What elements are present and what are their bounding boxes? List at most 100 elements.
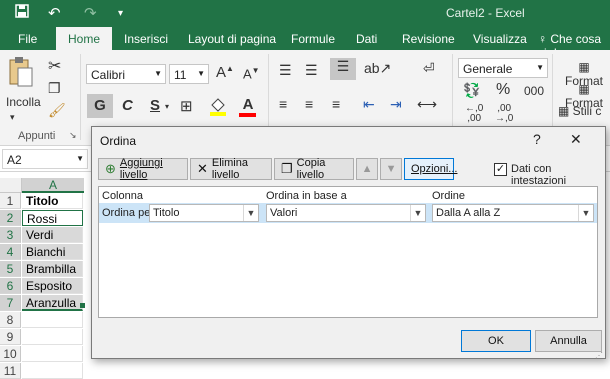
format-painter-icon[interactable]: 🖌 <box>48 102 66 119</box>
customize-quick-access-icon[interactable]: ▾ <box>118 8 123 19</box>
row-header[interactable]: 8 <box>0 312 21 328</box>
fill-color-icon[interactable] <box>208 96 228 118</box>
paste-button[interactable]: Incolla <box>6 95 41 109</box>
row-header[interactable]: 2 <box>0 210 21 226</box>
tab-data[interactable]: Dati <box>356 32 377 46</box>
add-level-button[interactable]: ⊕ Aggiungi livello <box>98 157 188 181</box>
wrap-text-icon[interactable]: ⏎ <box>423 60 435 77</box>
font-name-box[interactable]: Calibri ▼ <box>86 64 166 84</box>
copy-level-button[interactable]: ❐ Copia livello <box>274 157 354 181</box>
font-color-icon[interactable]: A <box>238 96 258 118</box>
align-left-icon[interactable]: ≡ <box>279 96 287 112</box>
tab-insert[interactable]: Inserisci <box>124 32 168 46</box>
tab-review[interactable]: Revisione <box>402 32 455 46</box>
arrow-up-icon: ▲ <box>361 163 373 175</box>
copy-level-icon: ❐ <box>281 161 293 176</box>
italic-button[interactable]: C <box>122 97 133 114</box>
borders-icon[interactable]: ⊞ <box>180 97 193 115</box>
lightbulb-icon: ♀ <box>538 32 551 46</box>
orientation-icon[interactable]: ab↗ <box>364 60 391 77</box>
tab-home[interactable]: Home <box>56 27 113 50</box>
align-top-icon[interactable]: ☰ <box>279 62 292 79</box>
row-header[interactable]: 1 <box>0 193 21 209</box>
number-format-box[interactable]: Generale ▼ <box>458 58 548 78</box>
name-box[interactable]: A2 ▼ <box>2 149 88 169</box>
row-header[interactable]: 7 <box>0 295 21 311</box>
chevron-down-icon: ▼ <box>197 69 205 78</box>
column-header-a[interactable]: A <box>22 178 84 193</box>
thousands-button[interactable]: 000 <box>524 84 544 98</box>
align-bottom-icon[interactable]: ☰ <box>330 58 356 80</box>
decrease-indent-icon[interactable]: ⇤ <box>363 96 375 113</box>
tab-formulas[interactable]: Formule <box>291 32 335 46</box>
ok-button[interactable]: OK <box>461 330 531 352</box>
sheet-grid: 1 Titolo 2 Rossi 3 Verdi 4 Bianchi 5 Bra… <box>0 193 95 379</box>
sort-on-select[interactable]: Valori ▼ <box>266 204 426 222</box>
table-cell[interactable]: Titolo <box>22 193 83 209</box>
select-all-corner[interactable] <box>0 178 22 193</box>
copy-icon[interactable]: ❐ <box>48 80 61 97</box>
tab-page-layout[interactable]: Layout di pagina <box>188 32 276 46</box>
clipboard-group-label: Appunti <box>18 130 56 142</box>
delete-level-button[interactable]: ✕ Elimina livello <box>190 157 272 181</box>
merge-center-icon[interactable]: ⟷ <box>417 96 437 113</box>
align-center-icon[interactable]: ≡ <box>305 96 313 112</box>
cancel-button[interactable]: Annulla <box>535 330 602 352</box>
increase-font-icon[interactable]: A▲ <box>216 64 234 81</box>
table-cell[interactable]: Rossi <box>22 210 83 226</box>
decrease-decimal-icon[interactable]: ,00 →,0 <box>495 104 513 124</box>
redo-icon[interactable]: ↷ <box>84 4 97 22</box>
table-cell[interactable]: Bianchi <box>22 244 83 260</box>
table-cell[interactable] <box>22 363 83 379</box>
group-separator <box>80 54 81 140</box>
underline-dropdown-icon[interactable]: ▾ <box>165 102 169 111</box>
cell-styles-button[interactable]: ▦ Stili c <box>558 104 601 118</box>
table-cell[interactable]: Esposito <box>22 278 83 294</box>
tab-file[interactable]: File <box>18 32 37 46</box>
currency-icon[interactable]: 💱 <box>463 82 480 99</box>
paste-dropdown-icon[interactable]: ▾ <box>10 112 15 123</box>
cut-icon[interactable]: ✂ <box>48 56 61 76</box>
move-up-button[interactable]: ▲ <box>356 158 378 180</box>
dialog-launcher-icon[interactable]: ↘ <box>69 130 77 141</box>
row-header[interactable]: 4 <box>0 244 21 260</box>
sort-order-select[interactable]: Dalla A alla Z ▼ <box>432 204 594 222</box>
row-header[interactable]: 9 <box>0 329 21 345</box>
move-down-button[interactable]: ▼ <box>380 158 402 180</box>
chevron-down-icon: ▼ <box>536 63 544 72</box>
sort-by-label: Ordina per <box>102 207 154 219</box>
table-cell[interactable]: Aranzulla <box>22 295 83 311</box>
table-cell[interactable]: Verdi <box>22 227 83 243</box>
align-right-icon[interactable]: ≡ <box>332 96 340 112</box>
align-middle-icon[interactable]: ☰ <box>305 62 318 79</box>
sort-column-select[interactable]: Titolo ▼ <box>149 204 259 222</box>
tab-view[interactable]: Visualizza <box>473 32 527 46</box>
sort-levels-table: Colonna Ordina in base a Ordine Ordina p… <box>98 186 598 318</box>
row-header[interactable]: 5 <box>0 261 21 277</box>
bold-button[interactable]: G <box>87 94 113 118</box>
decrease-font-icon[interactable]: A▼ <box>243 66 260 81</box>
close-button[interactable]: ✕ <box>570 131 582 148</box>
headers-checkbox[interactable]: ✓ <box>494 163 507 176</box>
resize-grip-icon[interactable]: ⋰ <box>595 351 603 360</box>
column-header-ordina-in-base-a: Ordina in base a <box>266 190 347 202</box>
table-cell[interactable] <box>22 346 83 362</box>
row-header[interactable]: 3 <box>0 227 21 243</box>
help-button[interactable]: ? <box>533 131 541 147</box>
underline-button[interactable]: S <box>150 97 160 114</box>
table-cell[interactable]: Brambilla <box>22 261 83 277</box>
row-header[interactable]: 10 <box>0 346 21 362</box>
paste-icon[interactable] <box>6 56 36 96</box>
save-icon[interactable] <box>15 4 29 22</box>
row-header[interactable]: 6 <box>0 278 21 294</box>
options-button[interactable]: Opzioni... <box>404 158 457 180</box>
undo-icon[interactable]: ↶ <box>48 4 61 22</box>
table-cell[interactable] <box>22 329 83 345</box>
font-size-box[interactable]: 11 ▼ <box>169 64 209 84</box>
increase-decimal-icon[interactable]: ←,0 ,00 <box>465 104 483 124</box>
percent-button[interactable]: % <box>496 81 510 99</box>
fill-handle[interactable] <box>80 303 85 308</box>
row-header[interactable]: 11 <box>0 363 21 379</box>
increase-indent-icon[interactable]: ⇥ <box>390 96 402 113</box>
table-cell[interactable] <box>22 312 83 328</box>
